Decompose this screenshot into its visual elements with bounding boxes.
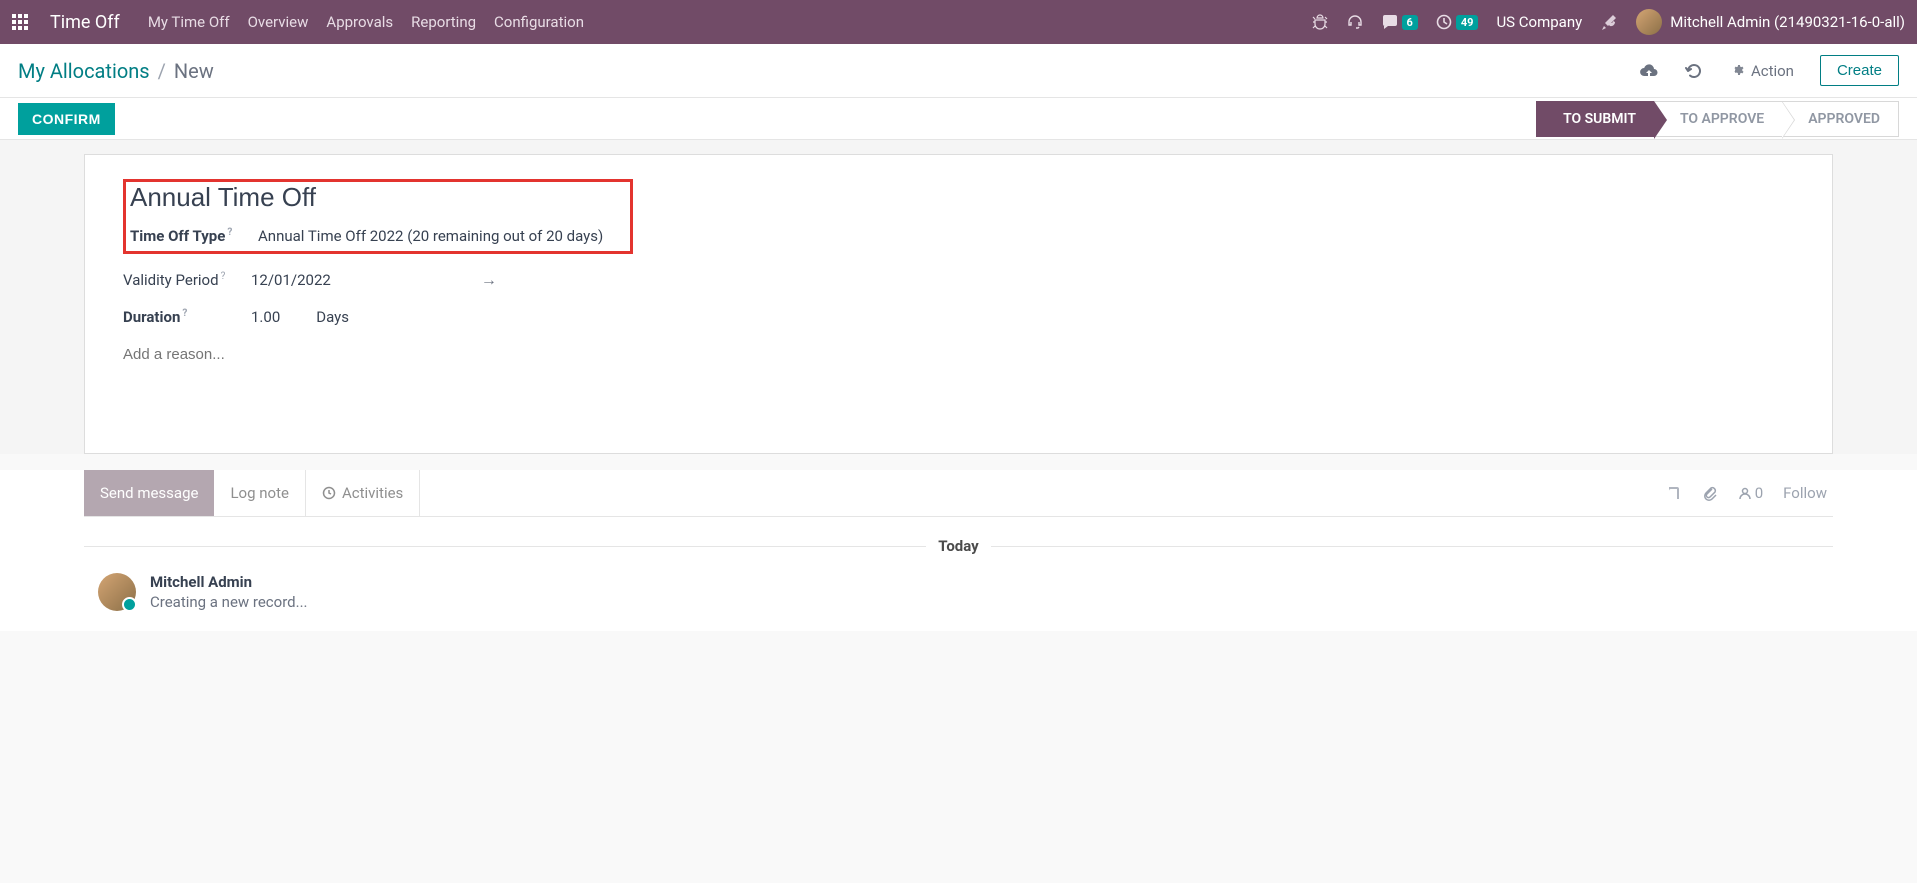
chatter-tabs: Send message Log note Activities 0 Follo… (84, 470, 1833, 517)
support-icon[interactable] (1346, 13, 1364, 31)
followers-count[interactable]: 0 (1738, 484, 1763, 502)
help-icon[interactable]: ? (221, 271, 226, 282)
top-nav: Time Off My Time Off Overview Approvals … (0, 0, 1917, 44)
validity-from[interactable]: 12/01/2022 (251, 271, 331, 289)
step-to-submit[interactable]: TO SUBMIT (1536, 101, 1654, 137)
user-name: Mitchell Admin (21490321-16-0-all) (1670, 13, 1905, 31)
message-timeline: Today Mitchell Admin Creating a new reco… (84, 517, 1833, 631)
date-today: Today (926, 537, 990, 555)
breadcrumb-separator: / (158, 59, 166, 83)
nav-my-time-off[interactable]: My Time Off (148, 13, 230, 31)
duration-unit: Days (316, 308, 349, 326)
message-avatar-icon (98, 573, 136, 611)
debug-icon[interactable] (1312, 14, 1328, 30)
type-label: Time Off Type? (130, 227, 258, 245)
tab-log-note[interactable]: Log note (214, 470, 304, 516)
reason-input[interactable] (123, 346, 1794, 363)
message-author[interactable]: Mitchell Admin (150, 573, 308, 591)
tab-send-message[interactable]: Send message (84, 470, 214, 516)
control-panel: My Allocations / New Action Create (0, 44, 1917, 98)
breadcrumb: My Allocations / New (18, 59, 214, 83)
message-item: Mitchell Admin Creating a new record... (84, 573, 1833, 611)
apps-icon[interactable] (12, 14, 28, 30)
action-menu[interactable]: Action (1729, 62, 1794, 80)
form-sheet: Time Off Type? Annual Time Off 2022 (20 … (84, 154, 1833, 454)
message-text: Creating a new record... (150, 593, 308, 611)
activities-badge: 49 (1456, 15, 1479, 30)
validity-label: Validity Period? (123, 271, 251, 289)
book-icon[interactable] (1666, 485, 1682, 501)
chatter: Send message Log note Activities 0 Follo… (0, 470, 1917, 631)
duration-label: Duration? (123, 308, 251, 326)
attachment-icon[interactable] (1702, 485, 1718, 501)
messages-icon[interactable]: 6 (1382, 14, 1418, 30)
help-icon[interactable]: ? (227, 227, 232, 238)
breadcrumb-parent[interactable]: My Allocations (18, 59, 150, 83)
user-menu[interactable]: Mitchell Admin (21490321-16-0-all) (1636, 9, 1905, 35)
nav-approvals[interactable]: Approvals (326, 13, 393, 31)
activities-icon[interactable]: 49 (1436, 14, 1479, 30)
breadcrumb-current: New (174, 59, 214, 83)
app-name[interactable]: Time Off (50, 12, 120, 33)
date-separator: Today (84, 537, 1833, 555)
clock-icon (322, 486, 336, 500)
form-content: Time Off Type? Annual Time Off 2022 (20 … (0, 140, 1917, 454)
follow-button[interactable]: Follow (1783, 484, 1827, 502)
discard-icon[interactable] (1685, 62, 1703, 80)
help-icon[interactable]: ? (182, 308, 187, 319)
step-approved[interactable]: APPROVED (1782, 101, 1899, 137)
tools-icon[interactable] (1600, 13, 1618, 31)
company-selector[interactable]: US Company (1496, 13, 1582, 31)
confirm-button[interactable]: CONFIRM (18, 103, 115, 135)
arrow-right-icon: → (481, 270, 497, 290)
nav-reporting[interactable]: Reporting (411, 13, 476, 31)
messages-badge: 6 (1402, 15, 1418, 30)
step-to-approve[interactable]: TO APPROVE (1654, 101, 1782, 137)
nav-overview[interactable]: Overview (248, 13, 309, 31)
nav-configuration[interactable]: Configuration (494, 13, 584, 31)
type-value[interactable]: Annual Time Off 2022 (20 remaining out o… (258, 227, 603, 245)
status-bar: CONFIRM TO SUBMIT TO APPROVE APPROVED (0, 98, 1917, 140)
tab-activities[interactable]: Activities (305, 470, 420, 516)
create-button[interactable]: Create (1820, 55, 1899, 86)
allocation-title-input[interactable] (130, 182, 622, 213)
highlight-annotation: Time Off Type? Annual Time Off 2022 (20 … (123, 179, 633, 254)
duration-value[interactable]: 1.00 (251, 308, 280, 326)
status-steps: TO SUBMIT TO APPROVE APPROVED (1536, 98, 1899, 139)
user-avatar-icon (1636, 9, 1662, 35)
cloud-save-icon[interactable] (1639, 63, 1659, 79)
